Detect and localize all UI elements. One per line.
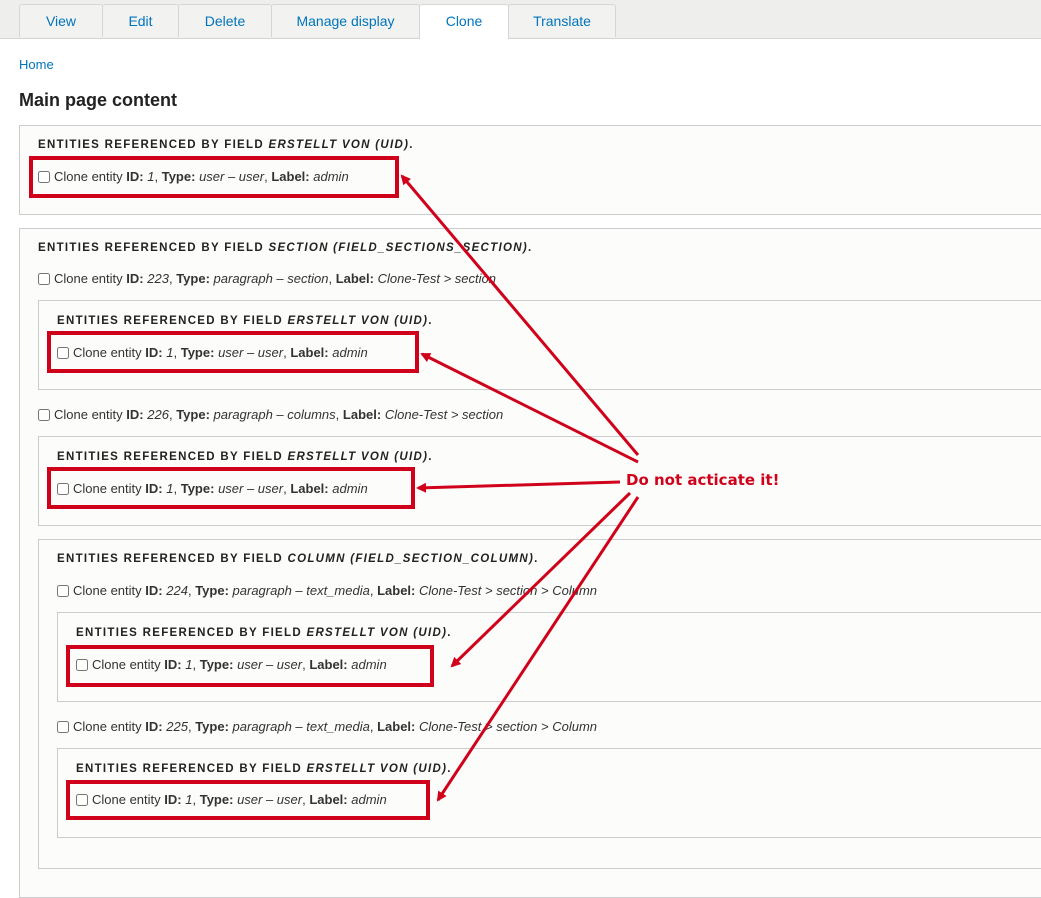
annotation-text: Do not acticate it! [626,471,780,489]
clone-entity-row: Clone entity ID: 223, Type: paragraph – … [38,271,496,286]
fieldset-legend: ENTITIES REFERENCED BY FIELD ERSTELLT VO… [38,139,414,151]
fieldset-legend: ENTITIES REFERENCED BY FIELD SECTION (FI… [38,242,533,254]
breadcrumb-home[interactable]: Home [19,57,54,72]
page-title: Main page content [19,90,178,110]
tab-bar: View Edit Delete Manage display Clone Tr… [0,0,1041,39]
fieldset-legend: ENTITIES REFERENCED BY FIELD ERSTELLT VO… [57,315,433,327]
highlight-box [29,156,399,198]
fieldset-legend: ENTITIES REFERENCED BY FIELD COLUMN (FIE… [57,553,539,565]
clone-entity-row: Clone entity ID: 224, Type: paragraph – … [57,583,597,598]
fieldset-legend: ENTITIES REFERENCED BY FIELD ERSTELLT VO… [76,627,452,639]
highlight-box [66,645,434,687]
highlight-box [47,467,415,509]
clone-entity-checkbox[interactable] [38,272,50,285]
clone-entity-checkbox[interactable] [38,408,50,421]
clone-entity-checkbox[interactable] [57,584,69,597]
tab-delete[interactable]: Delete [178,4,272,37]
fieldset-legend: ENTITIES REFERENCED BY FIELD ERSTELLT VO… [76,763,452,775]
clone-entity-row: Clone entity ID: 226, Type: paragraph – … [38,407,503,422]
tab-translate[interactable]: Translate [508,4,616,37]
tab-view[interactable]: View [19,4,103,37]
tab-manage-display[interactable]: Manage display [271,4,420,37]
clone-entity-checkbox[interactable] [57,720,69,733]
tab-clone[interactable]: Clone [419,4,509,39]
highlight-box [47,331,419,373]
tab-edit[interactable]: Edit [102,4,179,37]
fieldset-legend: ENTITIES REFERENCED BY FIELD ERSTELLT VO… [57,451,433,463]
clone-entity-row: Clone entity ID: 225, Type: paragraph – … [57,719,597,734]
highlight-box [66,780,430,820]
